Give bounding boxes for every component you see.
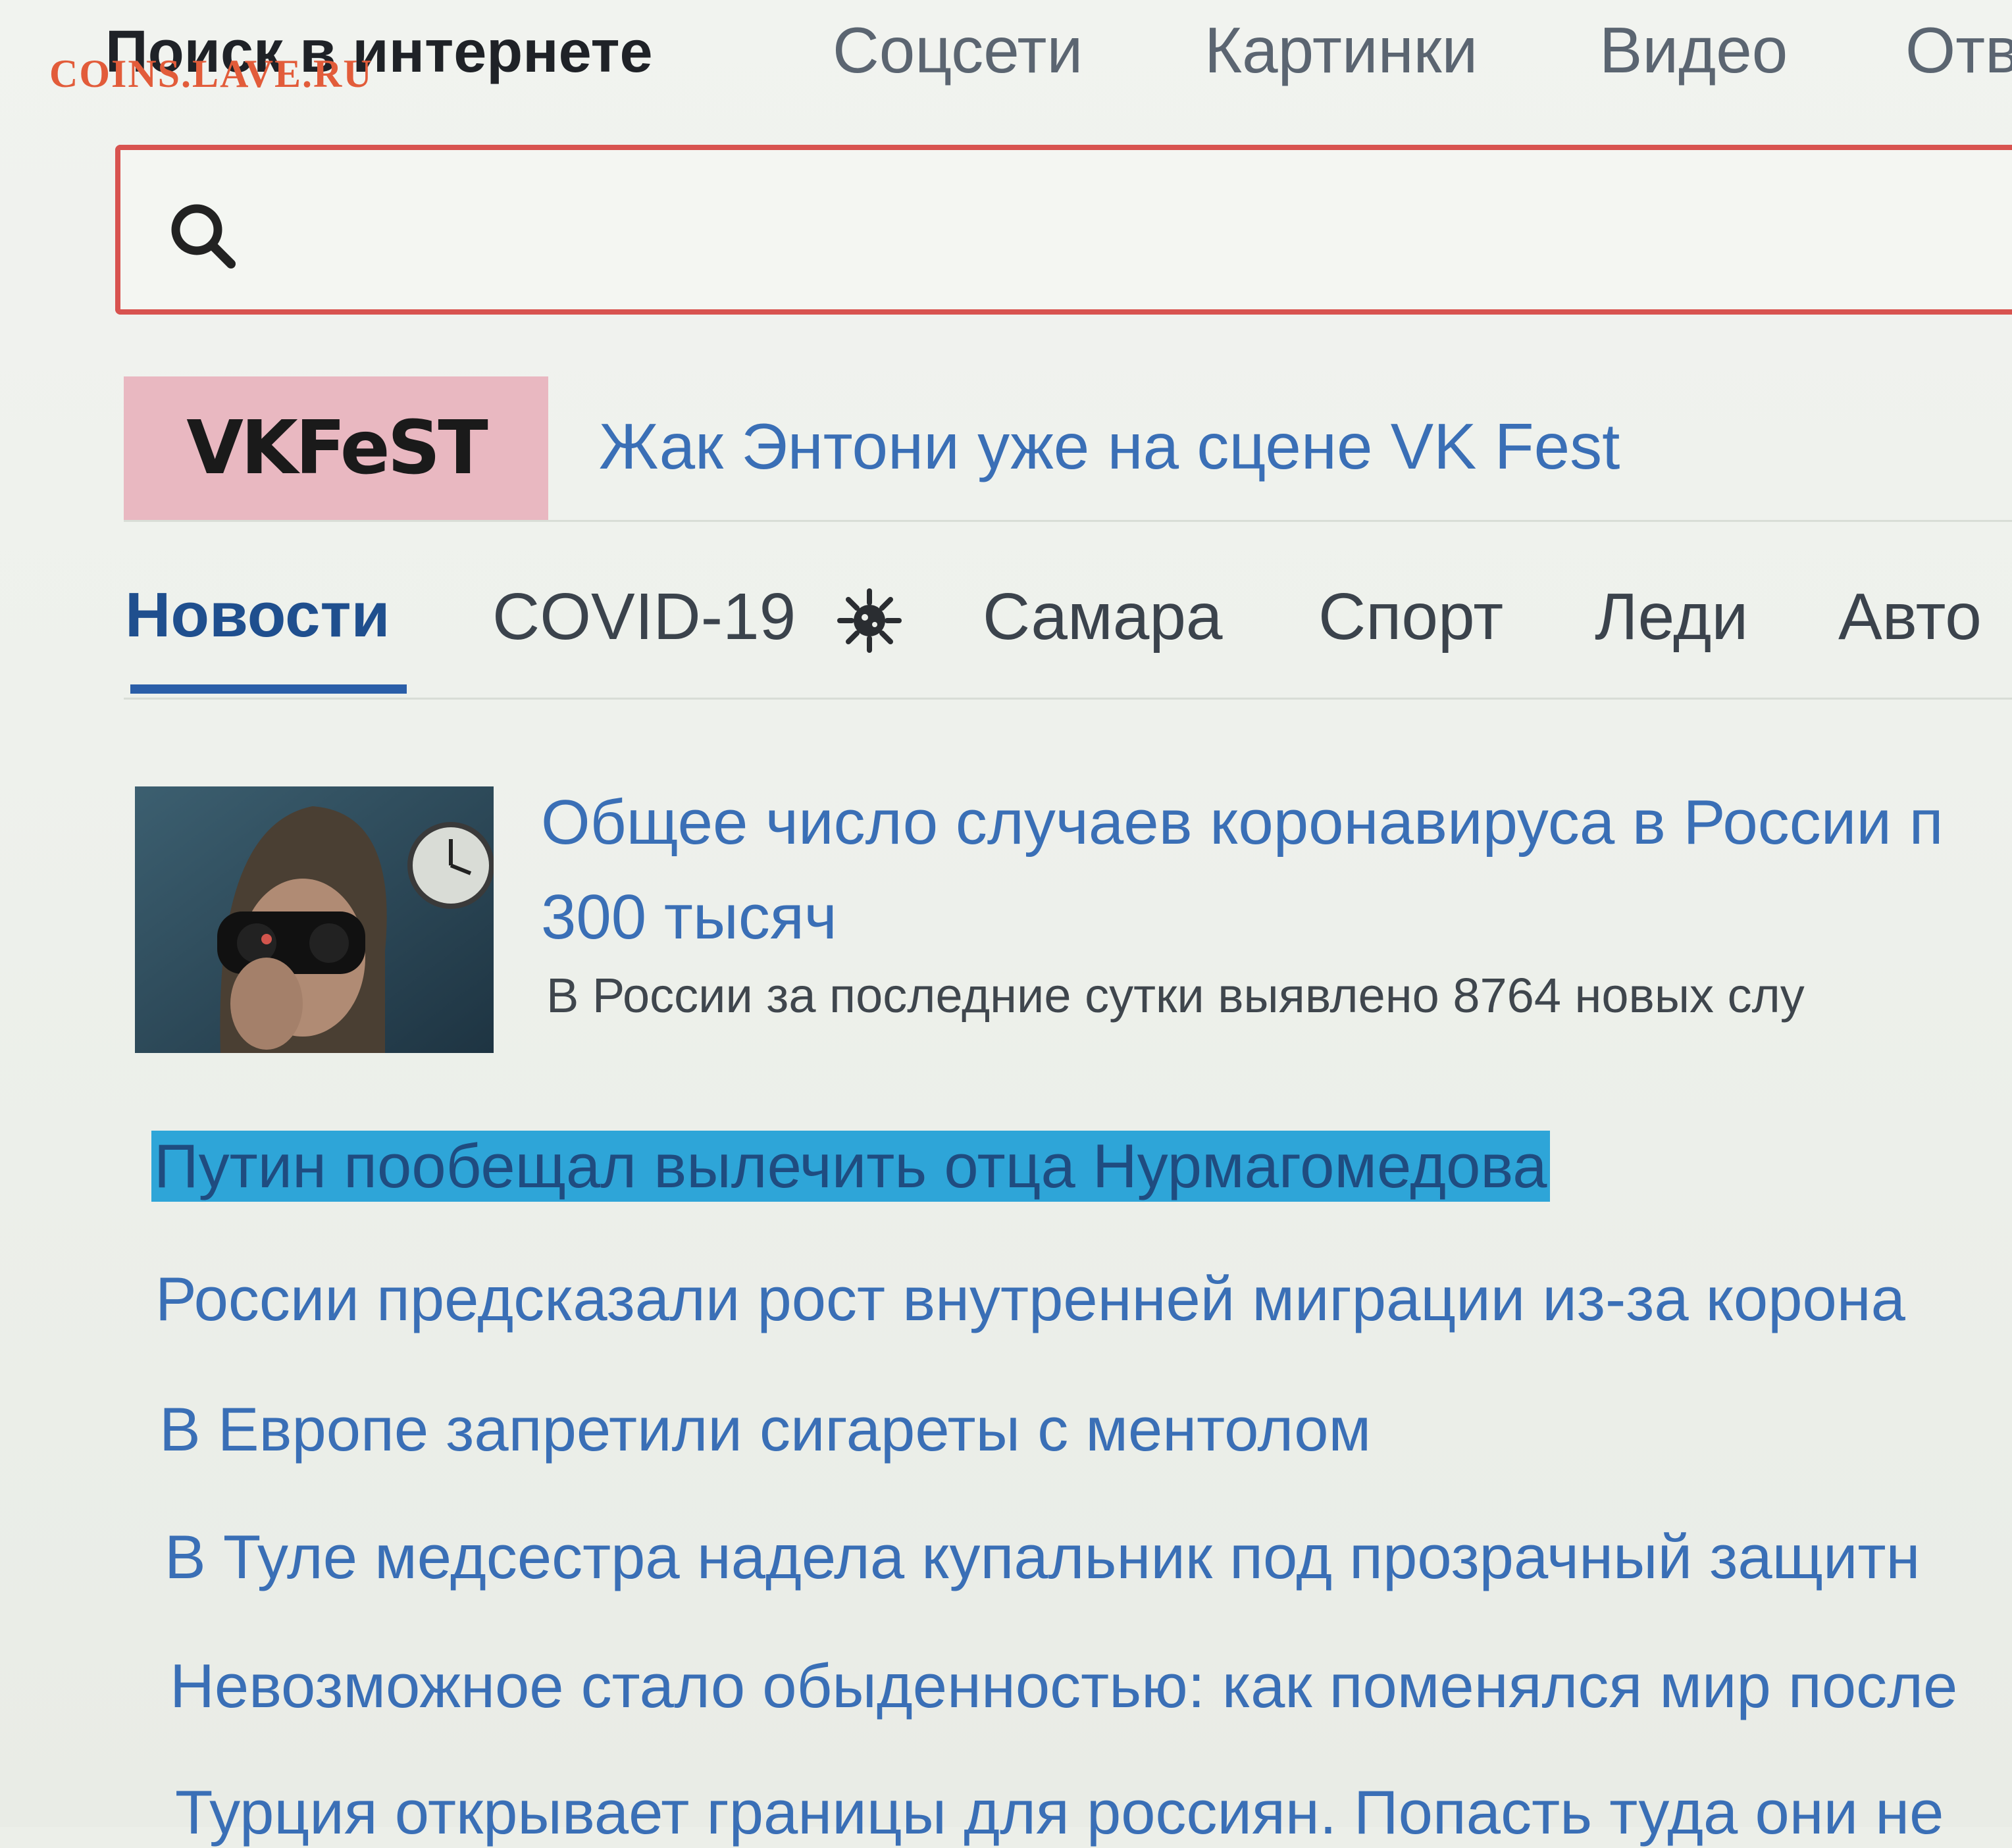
featured-article-title[interactable]: Общее число случаев коронавируса в Росси… [541,775,2012,965]
promo-banner[interactable]: VKFeST Жак Энтони уже на сцене VK Fest [124,376,2012,522]
featured-title-line-2: 300 тысяч [541,882,837,952]
vkfest-logo-text: VKFeST [186,405,488,491]
headline-item[interactable]: Путин пообещал вылечить отца Нурмагомедо… [151,1131,1550,1202]
virus-icon [837,588,902,653]
headline-item[interactable]: В Европе запретили сигареты с ментолом [159,1394,1371,1465]
tab-auto[interactable]: Авто [1838,579,1982,655]
headline-item[interactable]: В Туле медсестра надела купальник под пр… [165,1522,1920,1593]
tab-news[interactable]: Новости [125,579,390,652]
search-input[interactable] [115,145,2012,315]
page: COINS.LAVE.RU Поиск в интернете Соцсети … [0,0,2012,1847]
watermark: COINS.LAVE.RU [49,52,373,95]
tab-lady[interactable]: Леди [1595,579,1748,655]
tab-sport[interactable]: Спорт [1318,579,1503,655]
person-with-goggles-image [135,786,494,1053]
active-tab-indicator [130,684,407,694]
tab-social[interactable]: Соцсети [833,13,1083,88]
tab-answers[interactable]: Отв [1905,13,2012,88]
tab-video[interactable]: Видео [1599,13,1788,88]
headline-item[interactable]: Невозможное стало обыденностью: как поме… [170,1651,1957,1722]
headline-item[interactable]: России предсказали рост внутренней мигра… [155,1264,1905,1335]
tab-covid19[interactable]: COVID-19 [492,579,796,655]
vkfest-logo[interactable]: VKFeST [124,376,548,520]
tab-samara[interactable]: Самара [983,579,1223,655]
news-category-tabs: Новости COVID-19 Самара Спорт Леди Авто [124,566,2012,700]
promo-link[interactable]: Жак Энтони уже на сцене VK Fest [599,409,1620,484]
featured-article-lead: В России за последние сутки выявлено 876… [546,968,1805,1023]
search-icon[interactable] [167,199,239,272]
headline-item[interactable]: Турция открывает границы для россиян. По… [175,1777,1944,1848]
featured-title-line-1: Общее число случаев коронавируса в Росси… [541,787,1944,858]
featured-article-image[interactable] [135,786,494,1053]
tab-images[interactable]: Картинки [1204,13,1478,88]
